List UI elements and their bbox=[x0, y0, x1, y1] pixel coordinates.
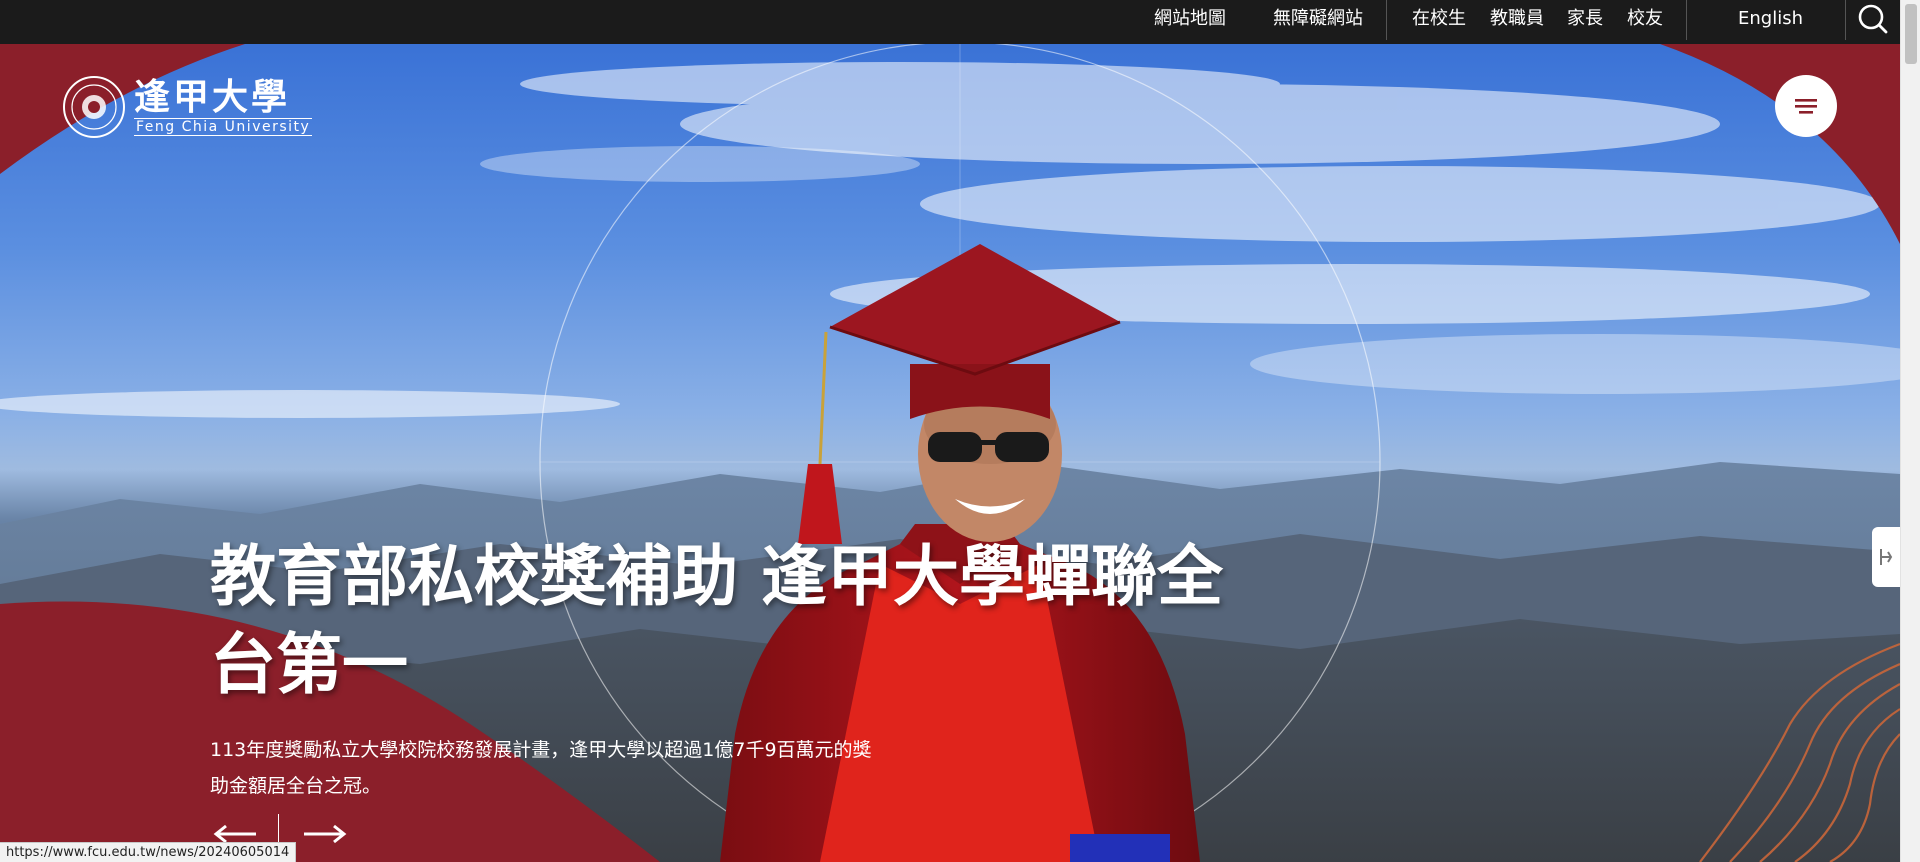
faculty-link[interactable]: 教職員 bbox=[1490, 0, 1544, 44]
slide-summary-line2: 助金額居全台之冠。 bbox=[210, 775, 382, 797]
slide-headline[interactable]: 教育部私校獎補助 逢甲大學蟬聯全 台第一 bbox=[210, 532, 1270, 708]
university-logo[interactable]: 逢甲大學 Feng Chia University bbox=[62, 74, 314, 140]
parents-link[interactable]: 家長 bbox=[1567, 0, 1603, 44]
slide-summary: 113年度獎勵私立大學校院校務發展計畫，逢甲大學以超過1億7千9百萬元的獎 助金… bbox=[210, 732, 910, 804]
arrow-right-icon bbox=[304, 824, 347, 844]
english-link[interactable]: English bbox=[1738, 0, 1803, 44]
hero-carousel: 逢甲大學 Feng Chia University 教育部私校獎補助 逢甲大學蟬… bbox=[0, 44, 1900, 862]
search-button[interactable] bbox=[1846, 0, 1900, 40]
logo-name-en: Feng Chia University bbox=[134, 118, 313, 136]
hamburger-menu-icon bbox=[1795, 99, 1817, 114]
sitemap-link[interactable]: 網站地圖 bbox=[1154, 0, 1226, 44]
top-utility-bar: 網站地圖 無障礙網站 在校生 教職員 家長 校友 English bbox=[0, 0, 1900, 44]
search-icon bbox=[1858, 4, 1888, 34]
scrollbar-thumb[interactable] bbox=[1905, 4, 1917, 64]
divider bbox=[1686, 0, 1687, 40]
accessibility-link[interactable]: 無障礙網站 bbox=[1273, 0, 1363, 44]
link-preview-status: https://www.fcu.edu.tw/news/20240605014 bbox=[0, 842, 297, 862]
slide-summary-line1: 113年度獎勵私立大學校院校務發展計畫，逢甲大學以超過1億7千9百萬元的獎 bbox=[210, 739, 872, 761]
side-panel-tab[interactable] bbox=[1872, 527, 1900, 587]
vertical-scrollbar[interactable] bbox=[1900, 0, 1920, 862]
divider bbox=[1386, 0, 1387, 40]
students-link[interactable]: 在校生 bbox=[1412, 0, 1466, 44]
expand-icon bbox=[1880, 549, 1893, 565]
slide-headline-line1: 教育部私校獎補助 逢甲大學蟬聯全 bbox=[210, 537, 1223, 615]
alumni-link[interactable]: 校友 bbox=[1627, 0, 1663, 44]
slide-headline-line2: 台第一 bbox=[210, 625, 408, 703]
logo-name-cn: 逢甲大學 bbox=[134, 76, 291, 118]
menu-button[interactable] bbox=[1775, 75, 1837, 137]
university-seal-icon bbox=[63, 76, 125, 138]
next-slide-button[interactable] bbox=[298, 814, 358, 854]
